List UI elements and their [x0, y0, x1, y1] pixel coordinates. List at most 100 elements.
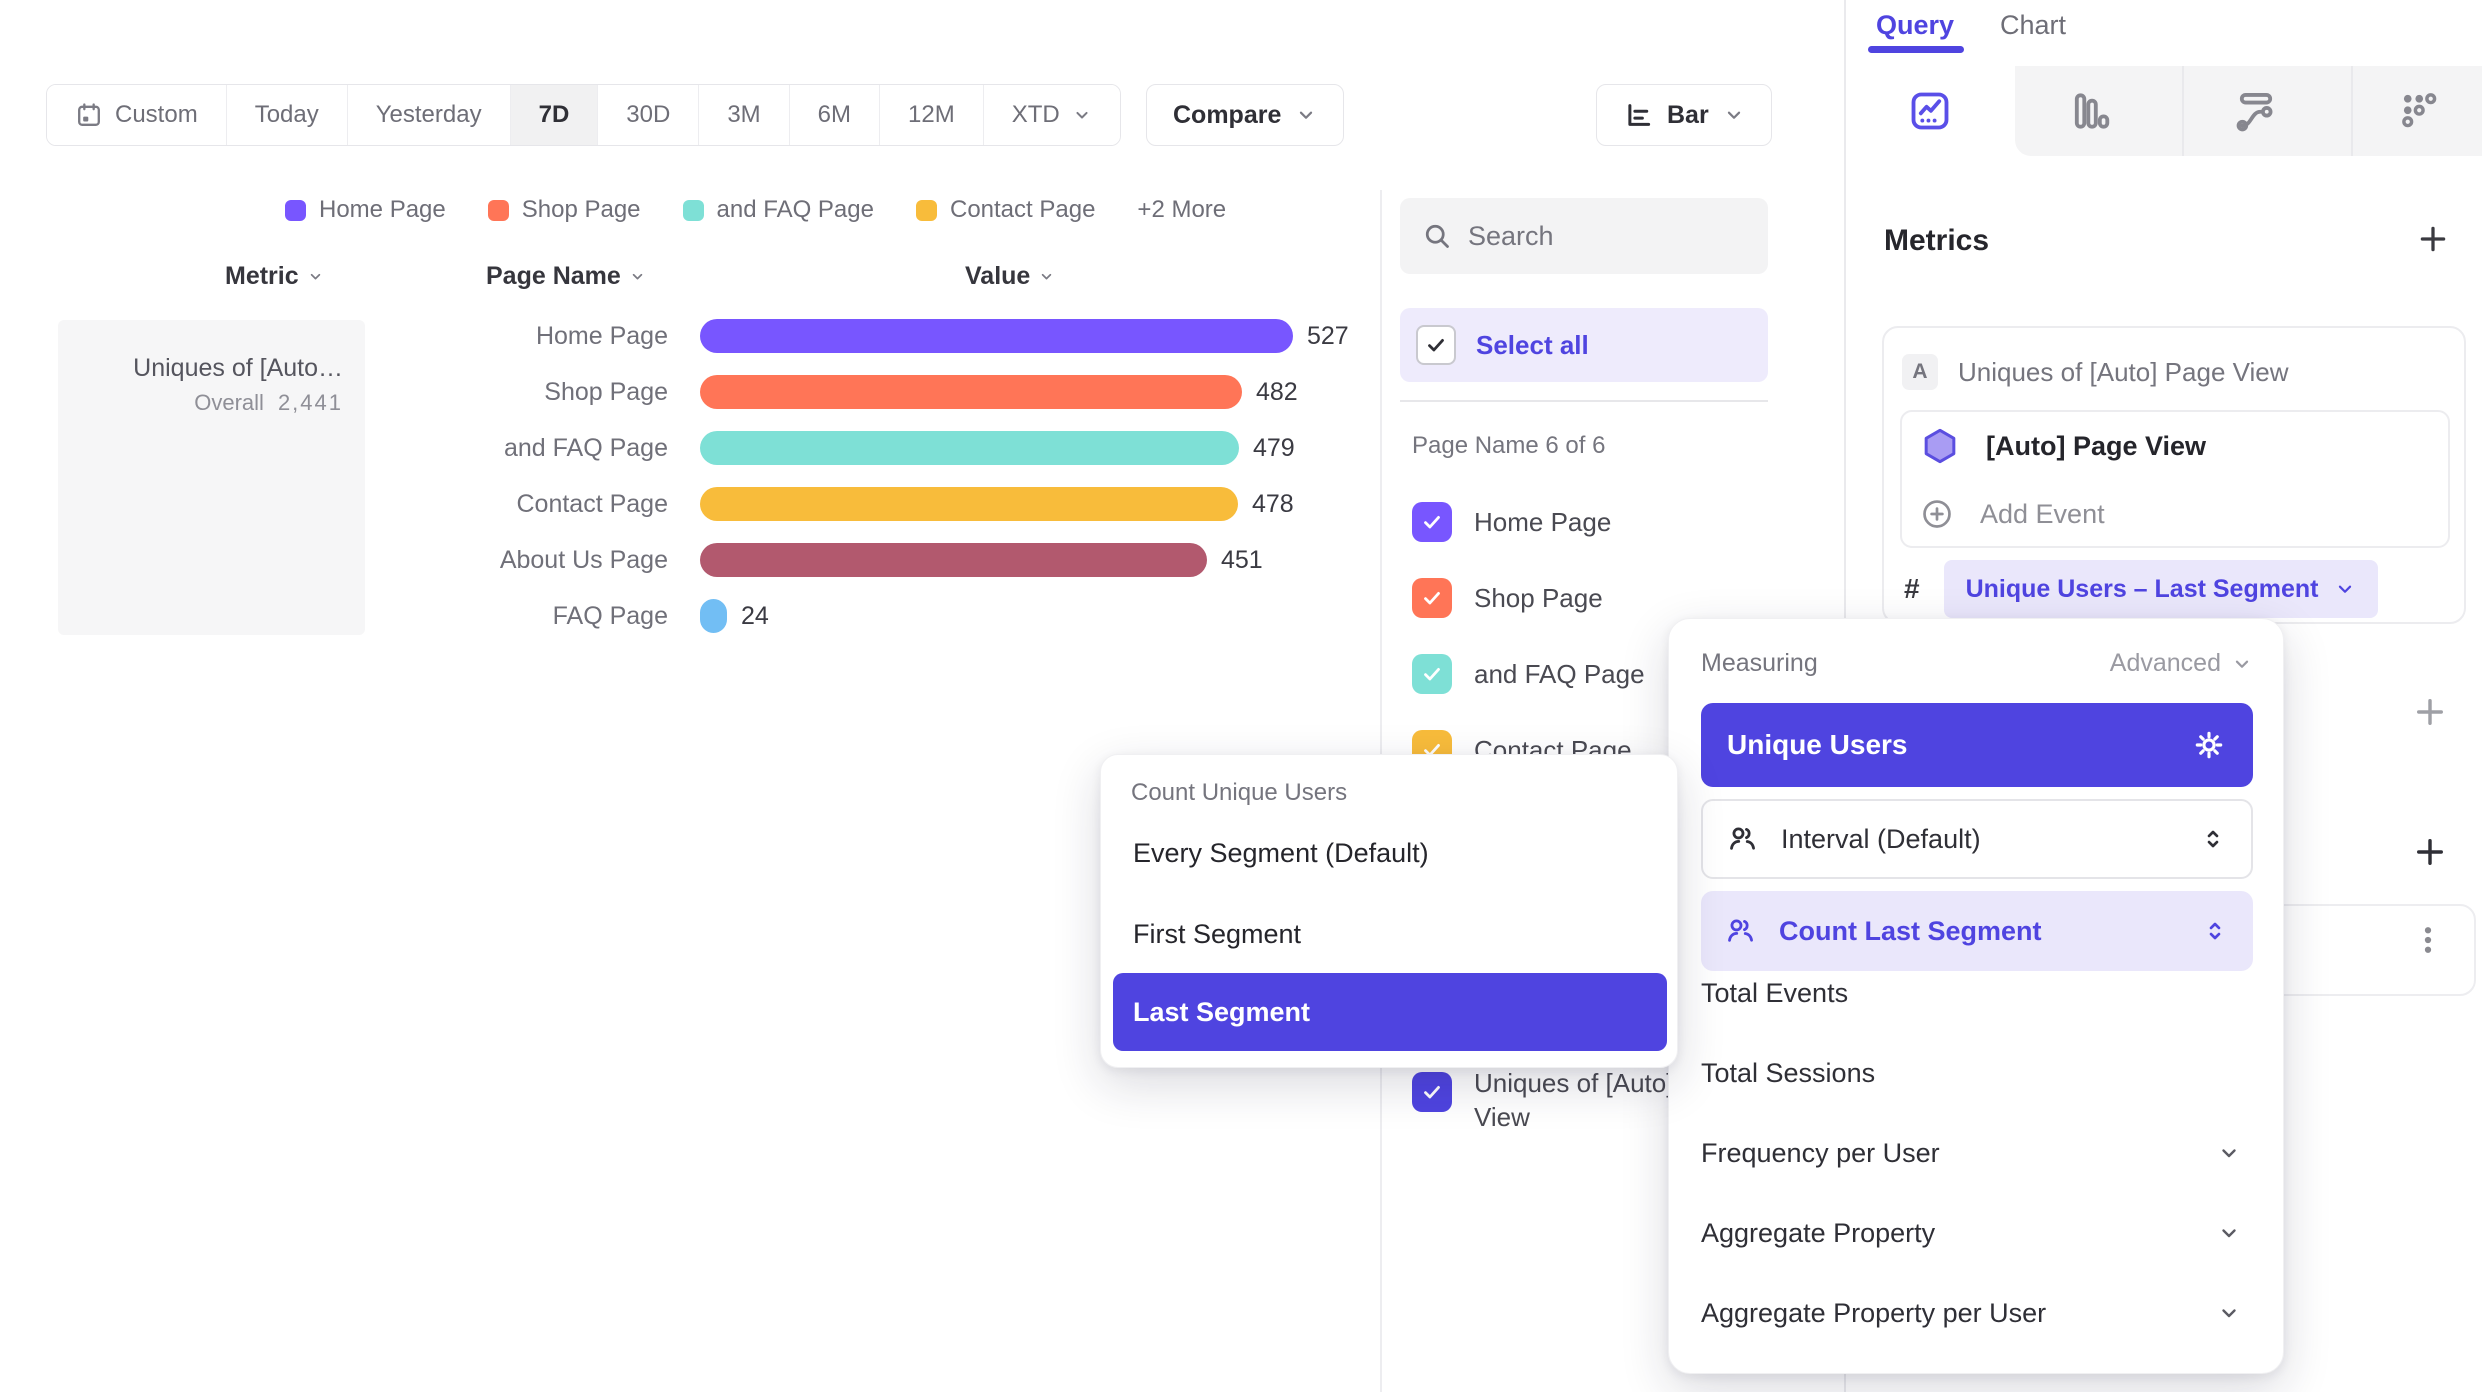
gear-icon[interactable] [2191, 727, 2227, 763]
checkmark-icon [1424, 333, 1448, 357]
bar[interactable] [700, 375, 1242, 409]
filter-item-home-page[interactable]: Home Page [1400, 484, 1768, 560]
add-event-button[interactable]: Add Event [1902, 480, 2448, 548]
measuring-popover: Measuring Advanced Unique Users Interval… [1668, 618, 2284, 1374]
chevron-down-icon [2334, 578, 2356, 600]
legend-swatch [916, 200, 937, 221]
category-label: About Us Page [248, 546, 668, 575]
bar[interactable] [700, 319, 1293, 353]
legend-item-and-faq-page[interactable]: and FAQ Page [683, 196, 874, 224]
date-range-xtd[interactable]: XTD [983, 85, 1120, 145]
chart-row-contact-page: Contact Page 478 [0, 476, 1380, 532]
legend-item-home-page[interactable]: Home Page [285, 196, 446, 224]
legend-more[interactable]: +2 More [1137, 196, 1226, 224]
checkbox-checked[interactable] [1412, 502, 1452, 542]
chart-type-tab-flows[interactable] [2196, 66, 2316, 156]
segment-option-last-segment[interactable]: Last Segment [1113, 973, 1667, 1051]
event-card: [Auto] Page View Add Event [1900, 410, 2450, 548]
event-row-auto-page-view[interactable]: [Auto] Page View [1902, 412, 2448, 480]
checkbox-checked[interactable] [1412, 1072, 1452, 1112]
date-range-today[interactable]: Today [226, 85, 347, 145]
chevron-down-icon [1295, 104, 1317, 126]
chart-row-and-faq-page: and FAQ Page479 [0, 420, 1380, 476]
metric-card-header: A Uniques of [Auto] Page View [1884, 328, 2464, 390]
category-label: Shop Page [248, 378, 668, 407]
advanced-dropdown[interactable]: Advanced [2110, 649, 2253, 678]
event-hexagon-icon [1920, 426, 1960, 466]
category-label: Home Page [248, 322, 668, 351]
tab-separator [2182, 66, 2184, 156]
metric-card-title: Uniques of [Auto] Page View [1958, 357, 2289, 388]
metric-card: A Uniques of [Auto] Page View [Auto] Pag… [1882, 326, 2466, 624]
bar-value: 479 [1253, 434, 1295, 463]
search-input[interactable] [1468, 221, 1718, 252]
category-label: Contact Page [248, 490, 668, 519]
column-header-metric[interactable]: Metric [225, 262, 324, 291]
date-range-12m[interactable]: 12M [879, 85, 983, 145]
measuring-option-total-events[interactable]: Total Events [1669, 953, 2285, 1033]
date-range-6m[interactable]: 6M [789, 85, 879, 145]
chevron-down-icon [307, 268, 324, 285]
checkmark-icon [1420, 1080, 1444, 1104]
date-range-7d[interactable]: 7D [510, 85, 598, 145]
search-input-wrapper[interactable] [1400, 198, 1768, 274]
add-filter-button[interactable] [2412, 694, 2448, 733]
column-header-value[interactable]: Value [965, 262, 1055, 291]
chart-legend: Home Page Shop Page and FAQ Page Contact Pa… [285, 196, 1226, 224]
bar-chart-icon [1623, 100, 1653, 130]
bar[interactable] [700, 599, 727, 633]
kebab-menu-icon [2410, 922, 2446, 958]
flows-icon [2233, 88, 2279, 134]
filter-group-label: Page Name 6 of 6 [1412, 432, 1605, 460]
chart-type-tab-insights[interactable] [1870, 66, 1990, 156]
measuring-option-aggregate-property[interactable]: Aggregate Property [1669, 1193, 2285, 1273]
bar-value: 478 [1252, 490, 1294, 519]
divider [1400, 400, 1768, 402]
insights-icon [1907, 88, 1953, 134]
category-label: FAQ Page [248, 602, 668, 631]
tab-query[interactable]: Query [1876, 10, 1954, 41]
add-metric-button[interactable] [2416, 222, 2450, 259]
measuring-option-total-sessions[interactable]: Total Sessions [1669, 1033, 2285, 1113]
bar[interactable] [700, 543, 1207, 577]
checkbox-checked[interactable] [1412, 654, 1452, 694]
users-icon [1727, 823, 1759, 855]
chart-type-tab-funnels[interactable] [2031, 66, 2151, 156]
bar[interactable] [700, 487, 1238, 521]
compare-button[interactable]: Compare [1146, 84, 1344, 146]
bar[interactable] [700, 431, 1239, 465]
retention-icon [2397, 88, 2443, 134]
column-header-page-name[interactable]: Page Name [486, 262, 646, 291]
date-range-30d[interactable]: 30D [597, 85, 698, 145]
chart-style-label: Bar [1667, 101, 1709, 130]
tab-chart[interactable]: Chart [2000, 10, 2066, 41]
date-range-custom[interactable]: Custom [47, 85, 226, 145]
segment-option-first-segment[interactable]: First Segment [1113, 902, 1667, 966]
select-all-row[interactable]: Select all [1400, 308, 1768, 382]
measurement-dropdown[interactable]: Unique Users – Last Segment [1944, 560, 2379, 618]
measuring-option-aggregate-property-per-user[interactable]: Aggregate Property per User [1669, 1273, 2285, 1353]
chevron-down-icon [1723, 104, 1745, 126]
more-options-button[interactable] [2410, 922, 2446, 961]
stepper-icon[interactable] [2201, 917, 2229, 945]
measuring-option-frequency-per-user[interactable]: Frequency per User [1669, 1113, 2285, 1193]
segment-option-every-segment-default[interactable]: Every Segment (Default) [1113, 821, 1667, 885]
stepper-icon[interactable] [2199, 825, 2227, 853]
date-range-3m[interactable]: 3M [698, 85, 788, 145]
chart-type-tab-retention[interactable] [2360, 66, 2480, 156]
interval-default-selector[interactable]: Interval (Default) [1701, 799, 2253, 879]
measuring-header: Measuring Advanced [1701, 649, 2253, 678]
chevron-down-icon [1072, 105, 1092, 125]
add-breakdown-button[interactable] [2412, 834, 2448, 873]
checkbox-checked[interactable] [1412, 578, 1452, 618]
legend-item-shop-page[interactable]: Shop Page [488, 196, 641, 224]
compare-label: Compare [1173, 101, 1281, 130]
bar-value: 527 [1307, 322, 1349, 351]
date-range-yesterday[interactable]: Yesterday [347, 85, 510, 145]
select-all-checkbox[interactable] [1416, 325, 1456, 365]
legend-item-contact-page[interactable]: Contact Page [916, 196, 1095, 224]
plus-icon [2412, 694, 2448, 730]
measuring-option-unique-users[interactable]: Unique Users [1701, 703, 2253, 787]
chart-style-dropdown[interactable]: Bar [1596, 84, 1772, 146]
chevron-down-icon [2217, 1141, 2241, 1165]
